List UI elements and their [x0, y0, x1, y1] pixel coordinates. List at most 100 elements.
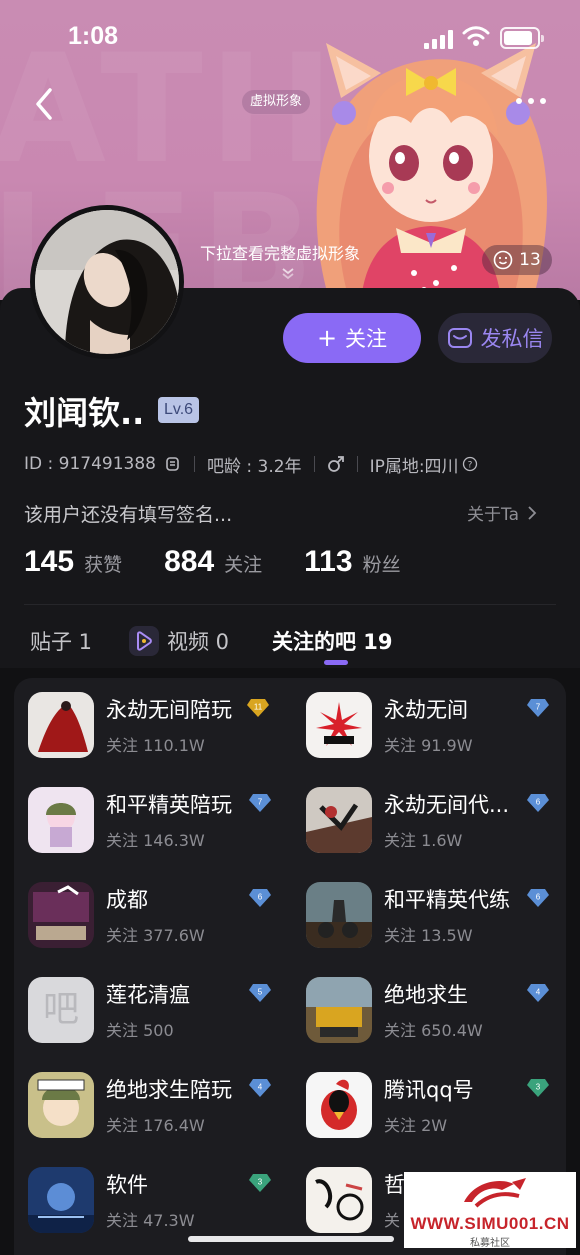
wifi-icon — [462, 26, 490, 46]
followed-bar-item[interactable]: 永劫无间关注 91.9W 7 — [292, 678, 568, 773]
bar-avatar — [306, 1167, 372, 1233]
avatar-photo — [35, 210, 179, 354]
followed-bars-list: 永劫无间陪玩 关注 110.1W 11 永劫无间 关注 91.9W 7 和平精英陪玩 关注 1… — [14, 678, 566, 1255]
bar-name: 和平精英陪玩 — [106, 793, 232, 817]
svg-text:7: 7 — [258, 798, 263, 807]
copy-icon[interactable] — [164, 455, 182, 473]
stat-likes-value: 145 — [24, 545, 75, 578]
tab-videos-label: 视频 0 — [167, 630, 230, 654]
ip-location: IP属地:四川 — [369, 456, 459, 477]
followed-bar-item[interactable]: 绝地求生陪玩 关注 176.4W 4 — [14, 1058, 290, 1153]
stat-following-value: 884 — [164, 545, 215, 578]
svg-text:4: 4 — [258, 1083, 263, 1092]
username: 刘闻钦.. — [24, 394, 145, 432]
svg-text:6: 6 — [536, 893, 541, 902]
tab-followed-bars[interactable]: 关注的吧 19 — [272, 626, 393, 656]
bar-follower-count: 关注 47.3W — [106, 1211, 195, 1230]
bar-avatar — [28, 1072, 94, 1138]
virtual-avatar-tag: 虚拟形象 — [242, 90, 311, 114]
plus-icon: + — [316, 324, 338, 352]
bar-name: 软件 — [106, 1173, 148, 1197]
followed-bar-item[interactable]: 绝地求生 关注 650.4W 4 — [292, 963, 568, 1058]
svg-text:4: 4 — [536, 988, 541, 997]
bar-avatar — [306, 977, 372, 1043]
status-bar: 1:08 — [0, 0, 580, 76]
active-tab-indicator — [324, 660, 348, 665]
question-icon[interactable]: ? — [462, 456, 478, 472]
bar-avatar — [28, 882, 94, 948]
bar-age: 吧龄 : 3.2年 — [206, 456, 302, 477]
watermark-subtitle: 私募社区 — [470, 1238, 510, 1249]
bar-level-gem-icon: 6 — [527, 889, 549, 907]
private-message-label: 发私信 — [480, 327, 544, 351]
bar-name: 绝地求生 — [384, 983, 468, 1007]
user-avatar[interactable] — [30, 205, 184, 359]
stat-likes-label: 获赞 — [84, 554, 123, 576]
back-arrow-icon[interactable] — [30, 84, 60, 124]
bar-placeholder-glyph: 吧 — [42, 989, 79, 1030]
bar-follower-count: 关注 1.6W — [384, 831, 463, 850]
bar-level-gem-icon: 7 — [527, 699, 549, 717]
followed-bar-item[interactable]: 成都 关注 377.6W 6 — [14, 868, 290, 963]
svg-text:11: 11 — [254, 703, 263, 712]
bar-follower-count: 关注 110.1W — [106, 736, 205, 755]
svg-text:7: 7 — [536, 703, 541, 712]
bar-level-gem-icon: 5 — [249, 984, 271, 1002]
followed-bar-item[interactable]: 软件关注 47.3W 3 — [14, 1153, 290, 1248]
stat-fans-value: 113 — [304, 545, 353, 578]
stat-fans[interactable]: 113 粉丝 — [304, 545, 400, 579]
status-time: 1:08 — [68, 22, 119, 50]
bar-name: 绝地求生陪玩 — [106, 1078, 232, 1102]
bar-level-gem-icon: 11 — [247, 699, 269, 717]
svg-text:6: 6 — [258, 893, 263, 902]
stat-following[interactable]: 884 关注 — [164, 545, 262, 579]
svg-text:5: 5 — [258, 988, 263, 997]
message-icon — [447, 328, 472, 348]
smile-icon — [493, 250, 513, 270]
bar-name: 永劫无间 — [384, 698, 468, 722]
bar-name: 永劫无间代... — [384, 793, 510, 817]
bar-follower-count: 关注 91.9W — [384, 736, 473, 755]
tab-posts[interactable]: 贴子 1 — [30, 626, 92, 656]
svg-text:3: 3 — [536, 1083, 541, 1092]
bar-follower-count: 关注 500 — [106, 1021, 174, 1040]
user-stats: 145 获赞 884 关注 113 粉丝 — [24, 545, 443, 579]
svg-text:?: ? — [467, 461, 472, 471]
follow-button[interactable]: + 关注 — [283, 313, 421, 363]
chevron-down-icon — [282, 268, 294, 280]
male-gender-icon — [327, 456, 344, 472]
avatar-like-button[interactable]: 13 — [482, 245, 552, 275]
bar-avatar: 吧 — [28, 977, 94, 1043]
user-meta-row: ID : 917491388 吧龄 : 3.2年 IP属地:四川 ? — [24, 452, 478, 477]
stat-following-label: 关注 — [224, 554, 263, 576]
about-ta-link[interactable]: 关于Ta — [467, 500, 537, 525]
bar-name: 哲 — [384, 1173, 405, 1197]
bar-follower-count: 关注 146.3W — [106, 831, 205, 850]
bar-name: 腾讯qq号 — [384, 1078, 474, 1102]
bar-avatar — [28, 1167, 94, 1233]
about-ta-label: 关于Ta — [467, 505, 519, 525]
bar-avatar — [306, 882, 372, 948]
bar-follower-count: 关注 377.6W — [106, 926, 205, 945]
followed-bar-item[interactable]: 永劫无间代... 关注 1.6W 6 — [292, 773, 568, 868]
stat-likes[interactable]: 145 获赞 — [24, 545, 122, 579]
svg-text:6: 6 — [536, 798, 541, 807]
private-message-button[interactable]: 发私信 — [438, 313, 552, 363]
followed-bar-item[interactable]: 和平精英代练 关注 13.5W 6 — [292, 868, 568, 963]
bar-level-gem-icon: 6 — [249, 889, 271, 907]
tab-videos[interactable]: 视频 0 — [129, 626, 229, 656]
bar-avatar — [28, 787, 94, 853]
follow-button-label: 关注 — [345, 327, 388, 351]
more-options-icon[interactable] — [516, 86, 556, 116]
followed-bar-item[interactable]: 吧 莲花清瘟 关注 500 5 — [14, 963, 290, 1058]
followed-bar-item[interactable]: 和平精英陪玩关注 146.3W 7 — [14, 773, 290, 868]
bar-follower-count: 关 — [384, 1211, 401, 1230]
video-play-icon — [129, 626, 159, 656]
cellular-signal-icon — [424, 29, 454, 49]
battery-icon — [500, 27, 544, 49]
pull-down-hint: 下拉查看完整虚拟形象 — [200, 244, 361, 263]
followed-bar-item[interactable]: 腾讯qq号 关注 2W 3 — [292, 1058, 568, 1153]
watermark-url: WWW.SIMU001.CN — [410, 1214, 570, 1233]
bar-level-gem-icon: 3 — [249, 1174, 271, 1192]
followed-bar-item[interactable]: 永劫无间陪玩 关注 110.1W 11 — [14, 678, 290, 773]
